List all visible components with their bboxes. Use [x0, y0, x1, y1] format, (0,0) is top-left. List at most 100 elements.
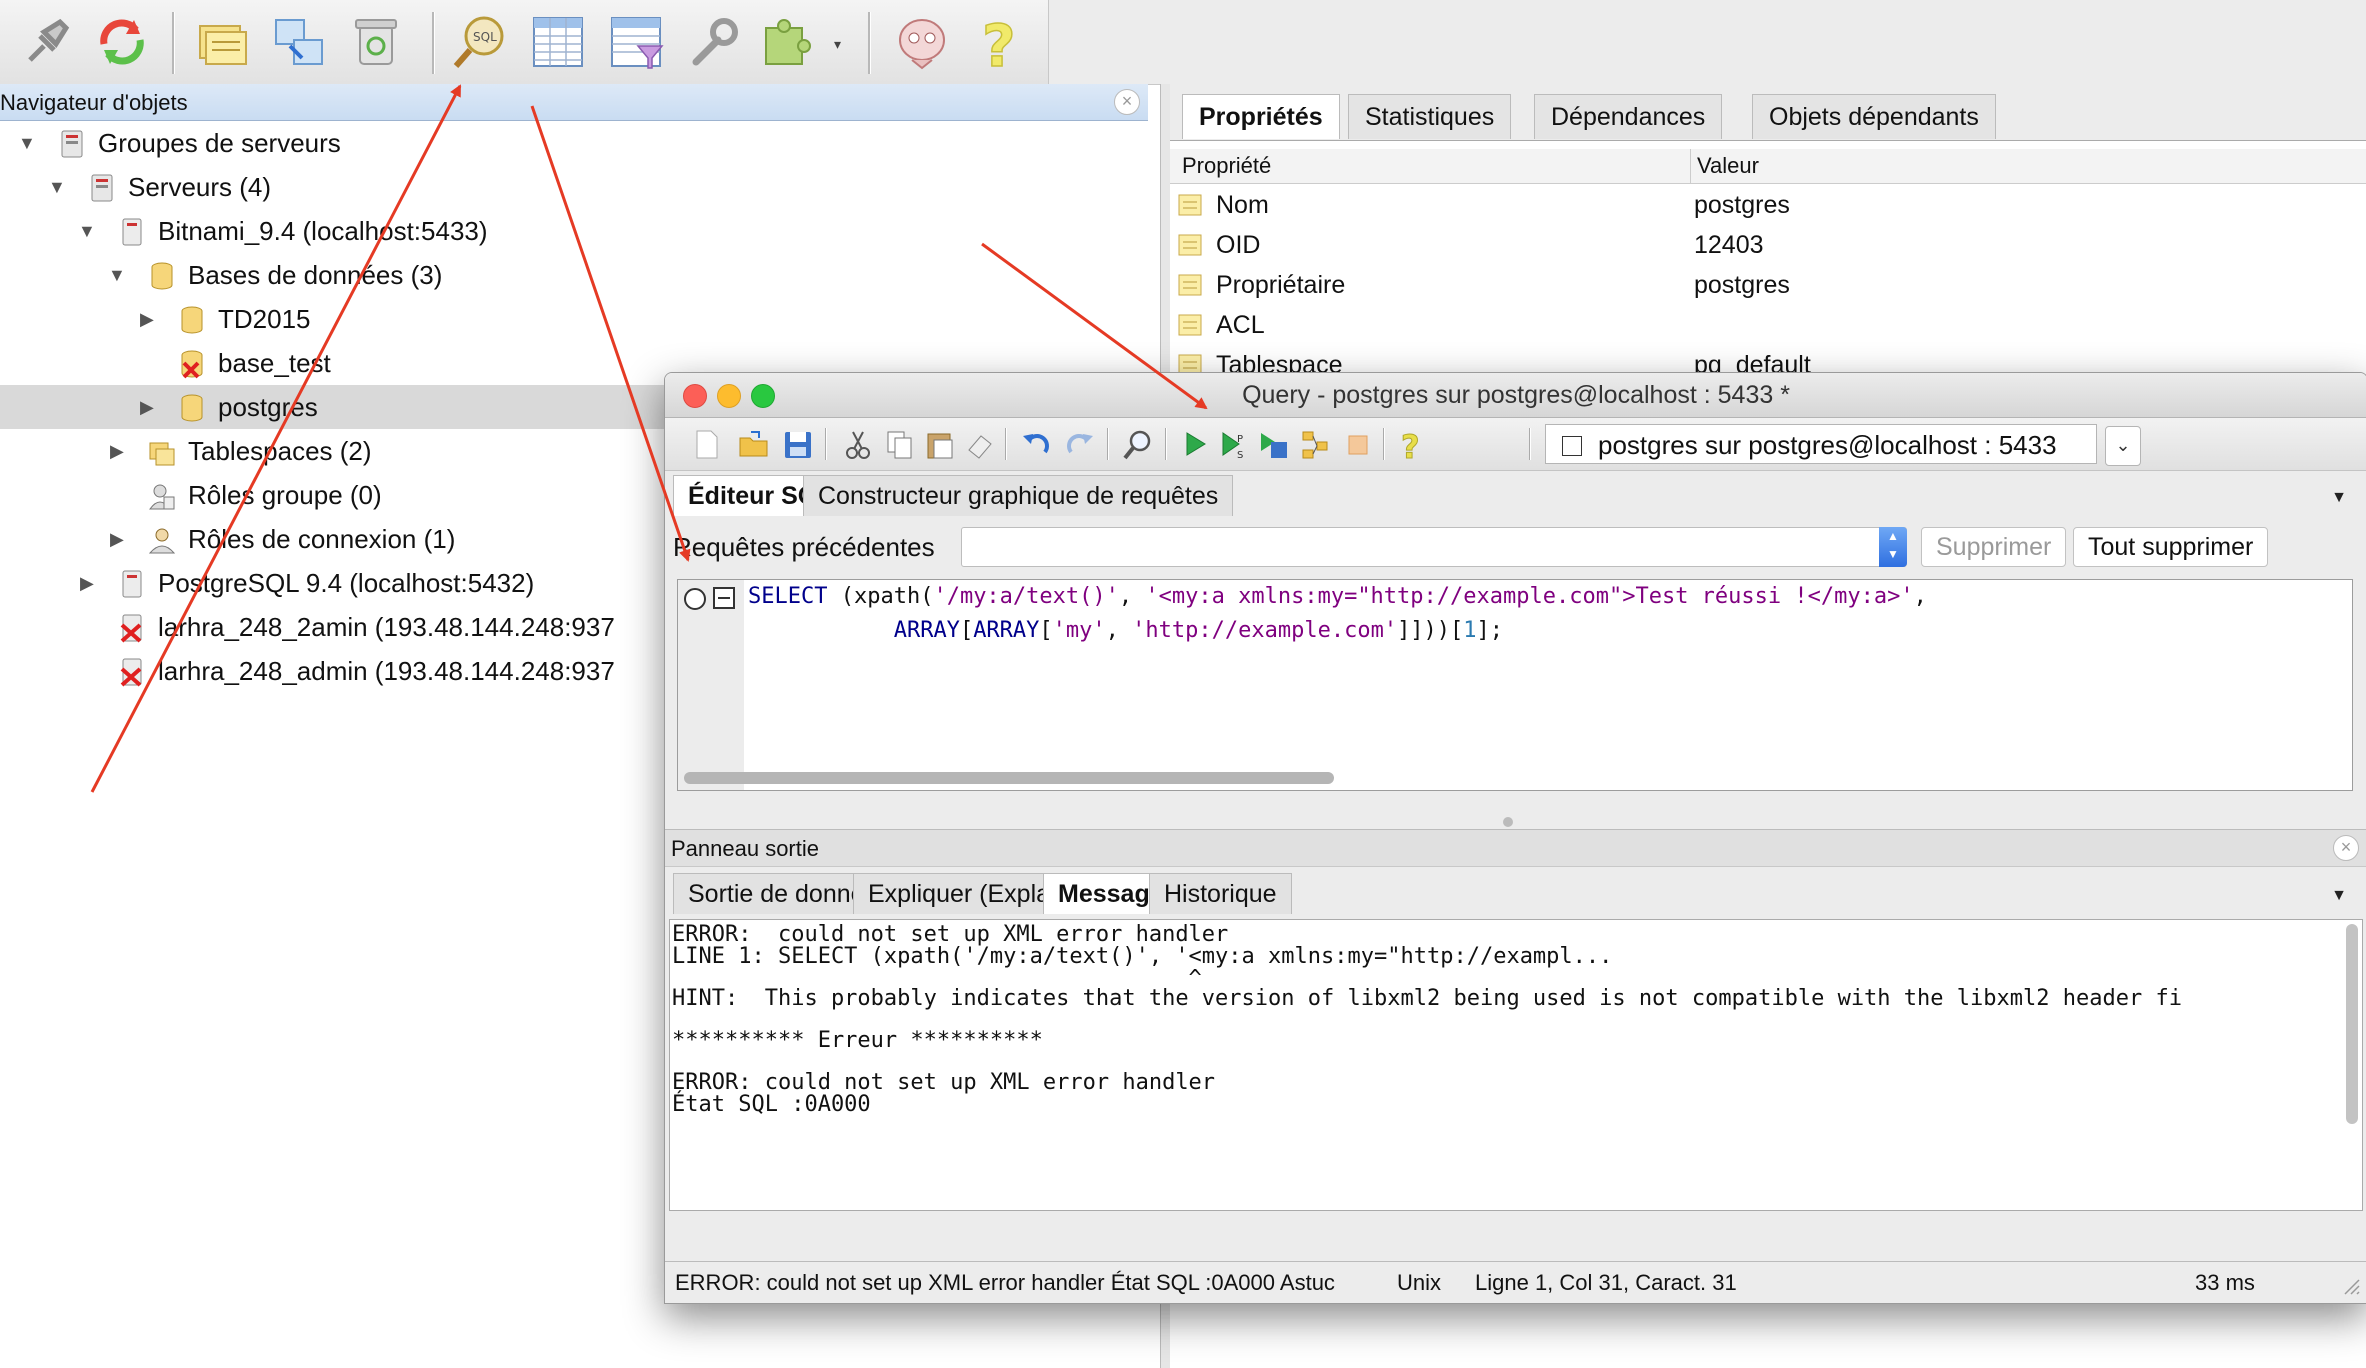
execute-pgscript-icon[interactable]: PS [1217, 428, 1251, 460]
sql-string: 'my' [1052, 618, 1106, 643]
new-file-icon[interactable] [689, 428, 723, 460]
server-icon [122, 570, 142, 598]
breakpoint-circle-icon[interactable] [682, 586, 708, 612]
database-disconnected-icon [181, 350, 203, 379]
property-row[interactable]: ACL [1170, 305, 2366, 345]
tree-label: TD2015 [218, 304, 311, 334]
delete-button[interactable]: Supprimer [1921, 527, 2067, 567]
close-icon[interactable]: × [1114, 89, 1140, 115]
column-header-property[interactable]: Propriété [1182, 149, 1271, 183]
wrench-icon[interactable] [682, 10, 746, 74]
undo-icon[interactable] [1019, 428, 1053, 460]
query-window-titlebar[interactable]: Query - postgres sur postgres@localhost … [665, 373, 2366, 418]
connection-checkbox[interactable] [1562, 436, 1582, 456]
message-line: HINT: This probably indicates that the v… [672, 986, 2182, 1011]
cancel-query-icon[interactable] [1341, 428, 1375, 460]
server-disconnected-icon [120, 658, 142, 687]
resize-grip-icon[interactable] [2341, 1276, 2361, 1296]
refresh-icon[interactable] [90, 10, 154, 74]
messages-output[interactable]: ERROR: could not set up XML error handle… [669, 919, 2363, 1211]
close-icon[interactable]: × [2333, 835, 2359, 861]
toolbar-separator [1107, 428, 1109, 460]
help-icon[interactable]: ? [1395, 428, 1429, 460]
status-cursor-position: Ligne 1, Col 31, Caract. 31 [1475, 1270, 1737, 1295]
filter-data-icon[interactable] [604, 10, 668, 74]
expanded-arrow-icon[interactable]: ▼ [108, 253, 128, 297]
connection-select[interactable]: postgres sur postgres@localhost : 5433 [1545, 424, 2097, 464]
sql-text: , [1105, 618, 1133, 643]
server-disconnected-icon [120, 614, 142, 643]
fold-toggle-icon[interactable] [712, 586, 736, 610]
collapsed-arrow-icon[interactable]: ▶ [80, 561, 100, 605]
sql-text: (xpath( [827, 584, 934, 609]
column-header-value[interactable]: Valeur [1690, 149, 1759, 183]
svg-text:?: ? [982, 12, 1016, 74]
sql-editor[interactable]: SELECT (xpath('/my:a/text()', '<my:a xml… [677, 579, 2353, 791]
tab-history[interactable]: Historique [1149, 873, 1292, 914]
property-value: 12403 [1694, 231, 1764, 259]
collapsed-arrow-icon[interactable]: ▶ [140, 385, 160, 429]
collapsed-arrow-icon[interactable]: ▶ [110, 517, 130, 561]
redo-icon[interactable] [1063, 428, 1097, 460]
tree-item-server-groups[interactable]: ▼ Groupes de serveurs [0, 121, 1148, 165]
execute-icon[interactable] [1177, 428, 1211, 460]
property-row[interactable]: Nom postgres [1170, 185, 2366, 225]
connect-plug-icon[interactable] [14, 10, 78, 74]
help-icon[interactable]: ? [968, 10, 1032, 81]
output-panel-header: Panneau sortie × [665, 829, 2366, 867]
sql-keyword: SELECT [748, 584, 828, 609]
sql-query-icon[interactable]: SQL [448, 10, 512, 74]
expanded-arrow-icon[interactable]: ▼ [78, 209, 98, 253]
expanded-arrow-icon[interactable]: ▼ [48, 165, 68, 209]
save-icon[interactable] [781, 428, 815, 460]
tree-item-databases[interactable]: ▼ Bases de données (3) [0, 253, 1148, 297]
tab-graphical-query-builder[interactable]: Constructeur graphique de requêtes [803, 475, 1234, 516]
toolbar-separator [172, 12, 175, 74]
property-row[interactable]: Propriétaire postgres [1170, 265, 2366, 305]
plugin-icon[interactable] [756, 10, 820, 74]
view-data-icon[interactable] [526, 10, 590, 74]
login-roles-icon [148, 528, 176, 554]
plugin-dropdown-icon[interactable]: ▾ [834, 36, 841, 53]
sql-text: ]]))[ [1397, 618, 1464, 643]
guru-hint-icon[interactable] [890, 10, 954, 74]
execute-to-file-icon[interactable] [1257, 428, 1291, 460]
svg-text:S: S [1237, 450, 1243, 460]
collapsed-arrow-icon[interactable]: ▶ [140, 297, 160, 341]
toolbar-separator [1165, 428, 1167, 460]
create-object-icon[interactable] [268, 10, 332, 74]
find-icon[interactable] [1121, 428, 1155, 460]
tree-item-servers[interactable]: ▼ Serveurs (4) [0, 165, 1148, 209]
tree-label: Rôles de connexion (1) [188, 524, 456, 554]
object-browser-title: Navigateur d'objets [0, 90, 188, 115]
property-row[interactable]: OID 12403 [1170, 225, 2366, 265]
tree-item-db-td2015[interactable]: ▶ TD2015 [0, 297, 1148, 341]
properties-table-header: Propriété Valeur [1170, 149, 2366, 184]
properties-icon[interactable] [192, 10, 256, 74]
tab-menu-icon[interactable]: ▼ [2331, 489, 2347, 507]
collapsed-arrow-icon[interactable]: ▶ [110, 429, 130, 473]
cut-icon[interactable] [841, 428, 875, 460]
explain-icon[interactable] [1299, 428, 1333, 460]
previous-queries-row: Requêtes précédentes ▲ ▼ Supprimer Tout s… [673, 525, 2359, 569]
open-folder-icon[interactable] [737, 428, 771, 460]
editor-horizontal-scrollbar[interactable] [684, 772, 1334, 784]
tab-menu-icon[interactable]: ▼ [2331, 887, 2347, 905]
tab-dependents[interactable]: Objets dépendants [1752, 94, 1996, 139]
expanded-arrow-icon[interactable]: ▼ [18, 121, 38, 165]
delete-all-button[interactable]: Tout supprimer [2073, 527, 2269, 567]
chevron-down-icon[interactable]: ⌄ [2105, 426, 2141, 466]
tab-dependencies[interactable]: Dépendances [1534, 94, 1723, 139]
output-vertical-scrollbar[interactable] [2346, 924, 2358, 1124]
toolbar-empty-area [1049, 0, 2366, 85]
previous-queries-select[interactable]: ▲ ▼ [961, 527, 1907, 567]
editor-output-splitter[interactable] [1503, 817, 1513, 827]
copy-icon[interactable] [883, 428, 917, 460]
clear-eraser-icon[interactable] [963, 428, 997, 460]
trash-icon[interactable] [344, 10, 408, 74]
tab-properties[interactable]: Propriétés [1182, 94, 1340, 139]
paste-icon[interactable] [923, 428, 957, 460]
tab-statistics[interactable]: Statistiques [1348, 94, 1512, 139]
tree-item-server-bitnami[interactable]: ▼ Bitnami_9.4 (localhost:5433) [0, 209, 1148, 253]
select-arrows-icon[interactable]: ▲ ▼ [1879, 527, 1907, 567]
